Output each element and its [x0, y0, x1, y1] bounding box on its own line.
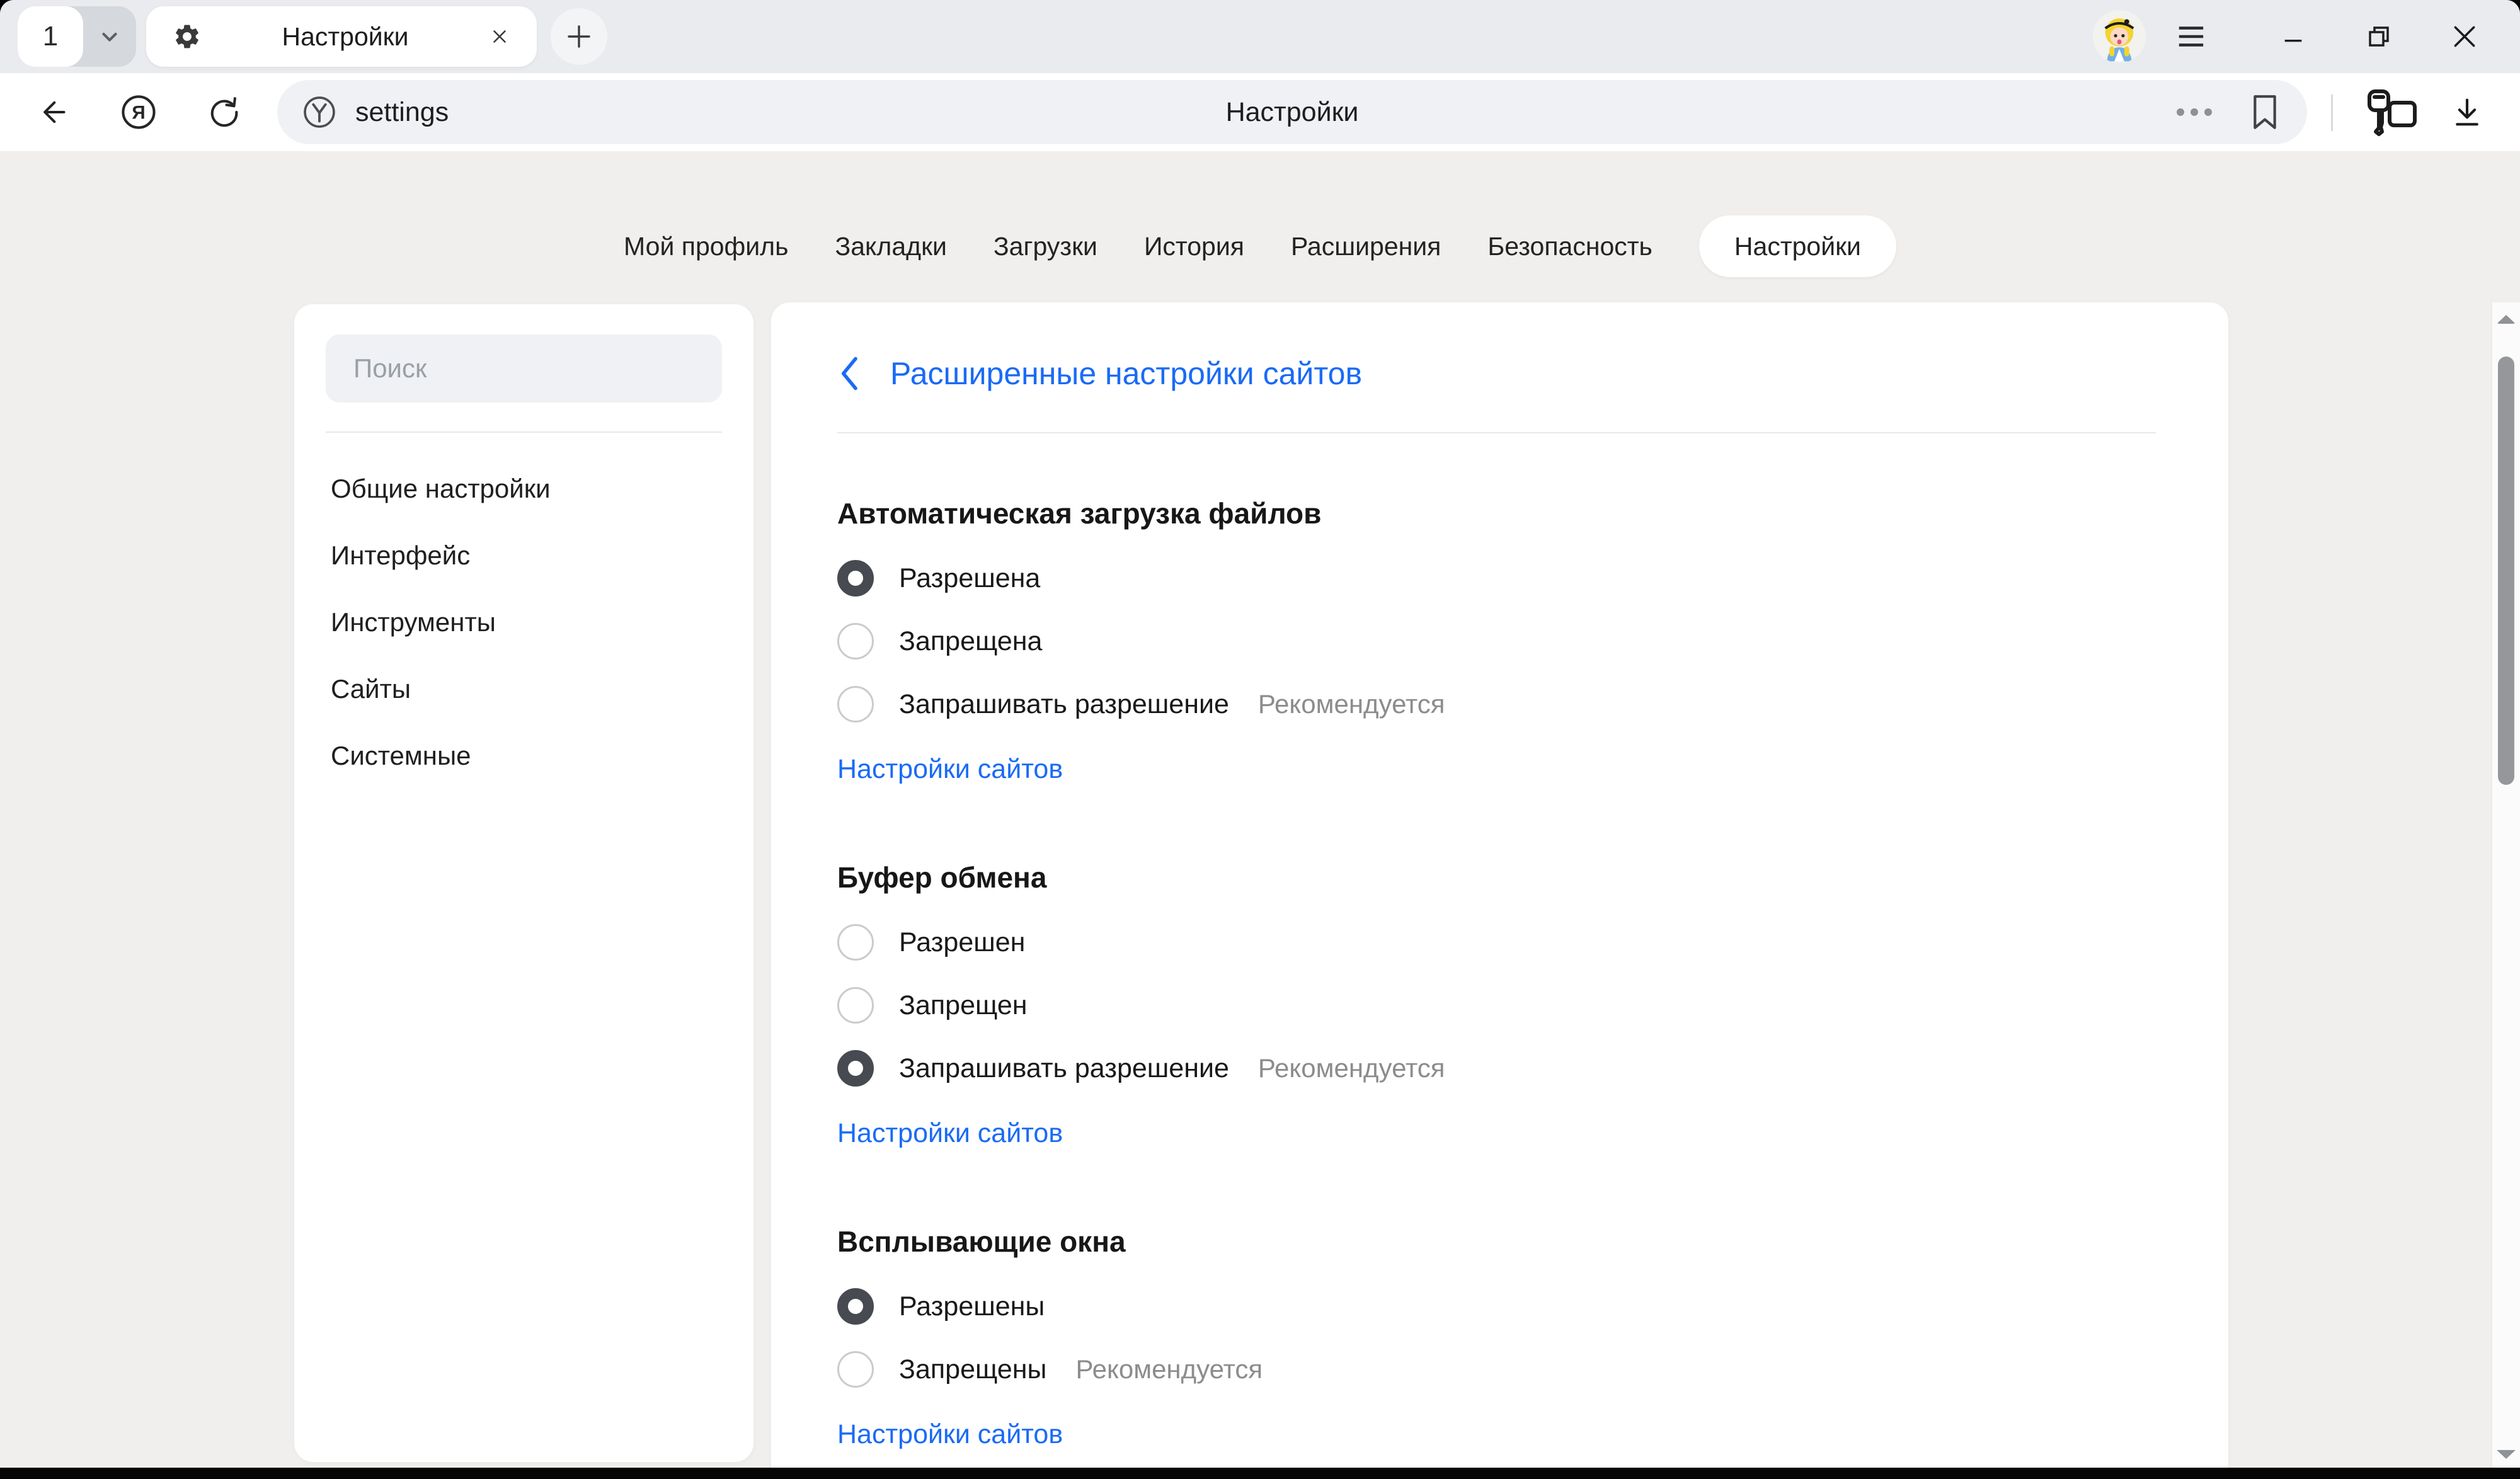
- back-chevron-icon[interactable]: [837, 355, 860, 392]
- radio-unselected-icon[interactable]: [837, 1351, 874, 1388]
- radio-group: Разрешены Запрещены Рекомендуется: [837, 1275, 2156, 1401]
- section-title: Автоматическая загрузка файлов: [837, 496, 2156, 530]
- radio-option[interactable]: Разрешена: [837, 547, 2156, 610]
- window-bottom-edge: [0, 1468, 2520, 1479]
- more-dots-icon[interactable]: [2174, 80, 2215, 144]
- yandex-logo-icon[interactable]: Я: [118, 92, 159, 132]
- sidebar-item-system[interactable]: Системные: [294, 722, 753, 789]
- section-clipboard: Буфер обмена Разрешен Запрещен Запрашива…: [837, 860, 2156, 1162]
- radio-option[interactable]: Разрешены: [837, 1275, 2156, 1338]
- radio-selected-icon[interactable]: [837, 1050, 874, 1087]
- nav-tab-history[interactable]: История: [1144, 215, 1244, 277]
- radio-unselected-icon[interactable]: [837, 987, 874, 1024]
- radio-selected-icon[interactable]: [837, 1288, 874, 1325]
- radio-group: Разрешен Запрещен Запрашивать разрешение…: [837, 911, 2156, 1100]
- radio-label: Разрешены: [899, 1291, 1045, 1322]
- svg-text:Я: Я: [132, 102, 145, 123]
- back-arrow-icon[interactable]: [33, 92, 73, 132]
- radio-label: Разрешен: [899, 927, 1025, 958]
- nav-tab-security[interactable]: Безопасность: [1487, 215, 1652, 277]
- radio-label: Запрашивать разрешение: [899, 689, 1229, 720]
- downloads-icon[interactable]: [2447, 92, 2487, 132]
- window-restore-icon[interactable]: [2361, 19, 2397, 54]
- radio-selected-icon[interactable]: [837, 560, 874, 597]
- tab-count-badge[interactable]: 1: [18, 6, 83, 67]
- settings-nav: Мой профиль Закладки Загрузки История Ра…: [0, 215, 2520, 277]
- scroll-up-icon[interactable]: [2497, 315, 2516, 324]
- section-title: Всплывающие окна: [837, 1225, 2156, 1259]
- scroll-down-icon[interactable]: [2497, 1450, 2516, 1459]
- radio-unselected-icon[interactable]: [837, 623, 874, 660]
- radio-unselected-icon[interactable]: [837, 686, 874, 722]
- settings-main-card: Расширенные настройки сайтов Автоматичес…: [771, 302, 2228, 1479]
- back-to-sites-header[interactable]: Расширенные настройки сайтов: [837, 350, 2156, 397]
- page-title: Настройки: [277, 97, 2307, 128]
- sidebar-item-tools[interactable]: Инструменты: [294, 589, 753, 656]
- browser-tab-settings[interactable]: Настройки: [146, 6, 537, 67]
- profile-avatar[interactable]: [2093, 10, 2146, 63]
- nav-tab-bookmarks[interactable]: Закладки: [835, 215, 946, 277]
- radio-option[interactable]: Запрещена: [837, 610, 2156, 673]
- window-minimize-icon[interactable]: [2276, 19, 2311, 54]
- sidebar-item-general[interactable]: Общие настройки: [294, 455, 753, 522]
- settings-page: Мой профиль Закладки Загрузки История Ра…: [0, 151, 2520, 1479]
- menu-hamburger-icon[interactable]: [2174, 19, 2209, 54]
- tab-title: Настройки: [202, 22, 489, 52]
- reload-icon[interactable]: [204, 92, 244, 132]
- page-scrollbar[interactable]: [2491, 302, 2520, 1479]
- nav-tab-profile[interactable]: Мой профиль: [624, 215, 788, 277]
- section-title: Буфер обмена: [837, 860, 2156, 894]
- radio-unselected-icon[interactable]: [837, 924, 874, 961]
- window-close-icon[interactable]: [2447, 19, 2482, 54]
- settings-sidebar: Общие настройки Интерфейс Инструменты Са…: [294, 304, 753, 1462]
- section-auto-download: Автоматическая загрузка файлов Разрешена…: [837, 496, 2156, 797]
- radio-option[interactable]: Разрешен: [837, 911, 2156, 974]
- nav-tab-downloads[interactable]: Загрузки: [994, 215, 1097, 277]
- passwords-icon[interactable]: [2357, 92, 2427, 132]
- sidebar-item-interface[interactable]: Интерфейс: [294, 522, 753, 589]
- chevron-down-icon[interactable]: [83, 25, 136, 49]
- radio-option[interactable]: Запрашивать разрешение Рекомендуется: [837, 673, 2156, 736]
- nav-tab-extensions[interactable]: Расширения: [1291, 215, 1441, 277]
- recommended-note: Рекомендуется: [1258, 1053, 1445, 1083]
- radio-label: Разрешена: [899, 563, 1040, 594]
- tab-group-control[interactable]: 1: [18, 6, 136, 67]
- nav-tab-settings[interactable]: Настройки: [1699, 215, 1896, 277]
- sidebar-list: Общие настройки Интерфейс Инструменты Са…: [294, 455, 753, 789]
- address-bar[interactable]: settings Настройки: [277, 80, 2307, 144]
- sidebar-divider: [326, 431, 722, 433]
- header-divider: [837, 432, 2156, 433]
- recommended-note: Рекомендуется: [1075, 1354, 1263, 1385]
- scrollbar-thumb[interactable]: [2498, 357, 2514, 785]
- site-settings-link[interactable]: Настройки сайтов: [837, 1406, 1063, 1463]
- site-settings-link[interactable]: Настройки сайтов: [837, 741, 1063, 797]
- radio-label: Запрещен: [899, 990, 1028, 1021]
- radio-label: Запрашивать разрешение: [899, 1053, 1229, 1084]
- recommended-note: Рекомендуется: [1258, 689, 1445, 719]
- section-popups: Всплывающие окна Разрешены Запрещены Рек…: [837, 1225, 2156, 1463]
- browser-toolbar: Я settings Настройки: [0, 73, 2520, 151]
- radio-label: Запрещены: [899, 1354, 1046, 1385]
- browser-window: 1 Настройки: [0, 0, 2520, 1479]
- new-tab-plus-icon[interactable]: [551, 8, 607, 65]
- site-settings-link[interactable]: Настройки сайтов: [837, 1105, 1063, 1162]
- radio-label: Запрещена: [899, 626, 1042, 657]
- tab-close-icon[interactable]: [489, 26, 510, 47]
- tab-strip: 1 Настройки: [0, 0, 2520, 73]
- bookmark-icon[interactable]: [2248, 80, 2282, 144]
- radio-option[interactable]: Запрещены Рекомендуется: [837, 1338, 2156, 1401]
- page-section-title[interactable]: Расширенные настройки сайтов: [890, 355, 1362, 392]
- gear-icon: [173, 22, 202, 51]
- sidebar-item-sites[interactable]: Сайты: [294, 656, 753, 722]
- toolbar-divider: [2331, 94, 2333, 131]
- search-input[interactable]: [326, 334, 722, 403]
- radio-option[interactable]: Запрещен: [837, 974, 2156, 1037]
- radio-group: Разрешена Запрещена Запрашивать разрешен…: [837, 547, 2156, 736]
- radio-option[interactable]: Запрашивать разрешение Рекомендуется: [837, 1037, 2156, 1100]
